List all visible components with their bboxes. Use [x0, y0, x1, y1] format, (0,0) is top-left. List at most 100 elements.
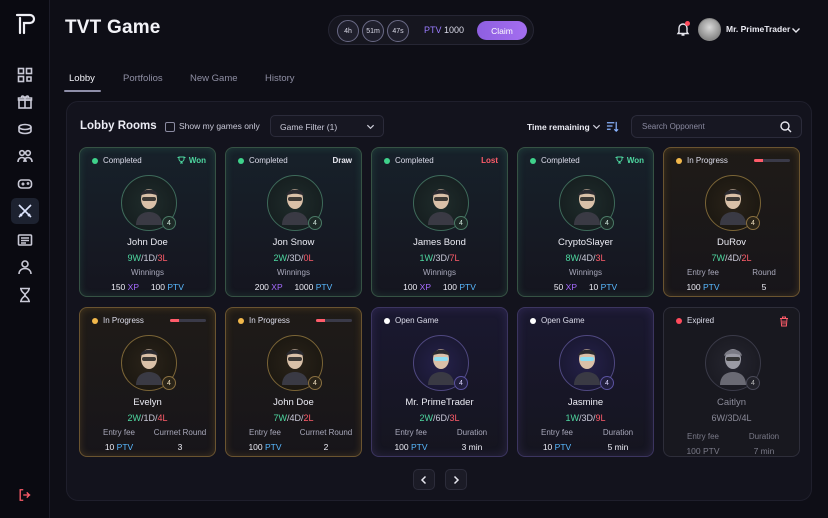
user-name[interactable]: Mr. PrimeTrader [726, 24, 790, 34]
sidebar-item-rewards[interactable] [14, 91, 36, 113]
tab-history[interactable]: History [265, 73, 295, 84]
sidebar-item-games[interactable] [14, 173, 36, 195]
search-input[interactable]: Search Opponent [631, 115, 802, 138]
xp-unit: XP [271, 282, 283, 292]
status-badge: Expired [676, 316, 714, 325]
status-dot [92, 157, 98, 164]
losses: 0L [303, 253, 314, 263]
game-filter-dropdown[interactable]: Game Filter (1) [270, 115, 384, 137]
ptv-amount: 1000 [294, 282, 314, 292]
game-card[interactable]: Completed Won 4 John Doe 9W/1D/3L Winnin… [79, 147, 216, 297]
chevron-down-icon [366, 124, 375, 130]
wins: 7W [273, 413, 287, 423]
secondary-label: Duration [456, 428, 488, 437]
status-label: Completed [395, 156, 434, 165]
player-avatar [720, 349, 746, 385]
player-avatar [282, 189, 308, 225]
sidebar-item-dashboard[interactable] [14, 64, 36, 86]
secondary-value: 2 [323, 442, 329, 452]
tab-lobby[interactable]: Lobby [69, 73, 95, 84]
chevron-down-icon[interactable] [791, 25, 801, 35]
winnings-value: 150 XP 100 PTV [80, 282, 215, 292]
status-label: Completed [541, 156, 580, 165]
ptv-unit: PTV [459, 282, 476, 292]
player-name: DuRov [716, 237, 747, 248]
entry-fee-value: 10 PTV [528, 442, 586, 452]
claim-button[interactable]: Claim [477, 21, 527, 40]
secondary-label: Duration [602, 428, 634, 437]
level-badge: 4 [454, 376, 468, 390]
avatar[interactable] [698, 18, 721, 41]
game-card[interactable]: In Progress 4 DuRov 7W/4D/2L Entry fee 1… [663, 147, 800, 297]
winnings-value: 200 XP 1000 PTV [226, 282, 361, 292]
show-my-games-checkbox[interactable] [165, 122, 175, 132]
round-progress-fill [316, 319, 325, 322]
player-record: 2W/3D/0L [273, 253, 314, 263]
prev-page-button[interactable] [413, 469, 435, 490]
game-card[interactable]: In Progress 4 Evelyn 2W/1D/4L Entry fee … [79, 307, 216, 457]
game-card[interactable]: Expired 4 Caitlyn 6W/3D/4L Entry fee 100… [663, 307, 800, 457]
losses: 3L [449, 413, 460, 423]
show-my-games-label[interactable]: Show my games only [179, 121, 260, 131]
trash-icon[interactable] [779, 316, 789, 327]
hourglass-icon [20, 287, 30, 303]
status-dot [384, 317, 390, 324]
wins: 2W [127, 413, 141, 423]
sidebar-item-news[interactable] [14, 229, 36, 251]
winnings-value: 50 XP 10 PTV [518, 282, 653, 292]
game-card[interactable]: Completed Draw 4 Jon Snow 2W/3D/0L Winni… [225, 147, 362, 297]
winnings-label: Winnings [131, 268, 164, 277]
result-badge: Won [177, 156, 206, 165]
player-record: 7W/4D/2L [711, 253, 752, 263]
player-name: Mr. PrimeTrader [405, 397, 474, 408]
result-label: Won [188, 156, 206, 165]
game-card[interactable]: Open Game 4 Mr. PrimeTrader 2W/6D/3L Ent… [371, 307, 508, 457]
logout-icon[interactable] [18, 488, 32, 502]
losses: 2L [741, 253, 752, 263]
sidebar-item-tokens[interactable] [14, 118, 36, 140]
game-card[interactable]: Completed Won 4 CryptoSlayer 8W/4D/3L Wi… [517, 147, 654, 297]
losses: 4L [157, 413, 168, 423]
player-name: John Doe [127, 237, 168, 248]
lobby-panel: Lobby Rooms Show my games only Game Filt… [66, 101, 812, 501]
round-progress-bar [170, 319, 206, 322]
player-record: 1W/3D/9L [565, 413, 606, 423]
sort-icon[interactable] [606, 120, 619, 133]
player-avatar [720, 189, 746, 225]
notification-dot [685, 21, 690, 26]
tab-portfolios[interactable]: Portfolios [123, 73, 163, 84]
next-page-button[interactable] [445, 469, 467, 490]
result-badge: Won [615, 156, 644, 165]
avatar-ring: 4 [559, 335, 615, 391]
secondary-value: 7 min [753, 446, 775, 456]
losses: 3L [595, 253, 606, 263]
fee-amount: 100 PTV [686, 446, 720, 456]
status-dot [384, 157, 390, 164]
avatar-ring: 4 [267, 335, 323, 391]
player-avatar [574, 189, 600, 225]
game-card[interactable]: Open Game 4 Jasmine 1W/3D/9L Entry fee 1… [517, 307, 654, 457]
sidebar-item-history[interactable] [14, 284, 36, 306]
status-badge: Completed [384, 156, 434, 165]
ptv-value: 1000 [444, 25, 465, 35]
secondary-label: Currnet Round [299, 428, 353, 437]
losses: 2L [303, 413, 314, 423]
sidebar-item-profile[interactable] [14, 256, 36, 278]
sort-label[interactable]: Time remaining [527, 122, 590, 132]
chevron-down-icon[interactable] [592, 122, 601, 131]
status-badge: Completed [530, 156, 580, 165]
status-label: In Progress [103, 316, 144, 325]
sidebar-item-tvt[interactable] [11, 198, 39, 224]
app-logo[interactable] [13, 12, 37, 36]
level-badge: 4 [746, 376, 760, 390]
winnings-value: 100 XP 100 PTV [372, 282, 507, 292]
round-progress-bar [316, 319, 352, 322]
sidebar-item-community[interactable] [14, 145, 36, 167]
status-dot [530, 157, 536, 164]
gamepad-icon [17, 179, 33, 189]
search-icon[interactable] [780, 121, 792, 133]
tab-new-game[interactable]: New Game [190, 73, 238, 84]
game-card[interactable]: In Progress 4 John Doe 7W/4D/2L Entry fe… [225, 307, 362, 457]
ptv-unit: PTV [411, 442, 428, 452]
game-card[interactable]: Completed Lost 4 James Bond 1W/3D/7L Win… [371, 147, 508, 297]
